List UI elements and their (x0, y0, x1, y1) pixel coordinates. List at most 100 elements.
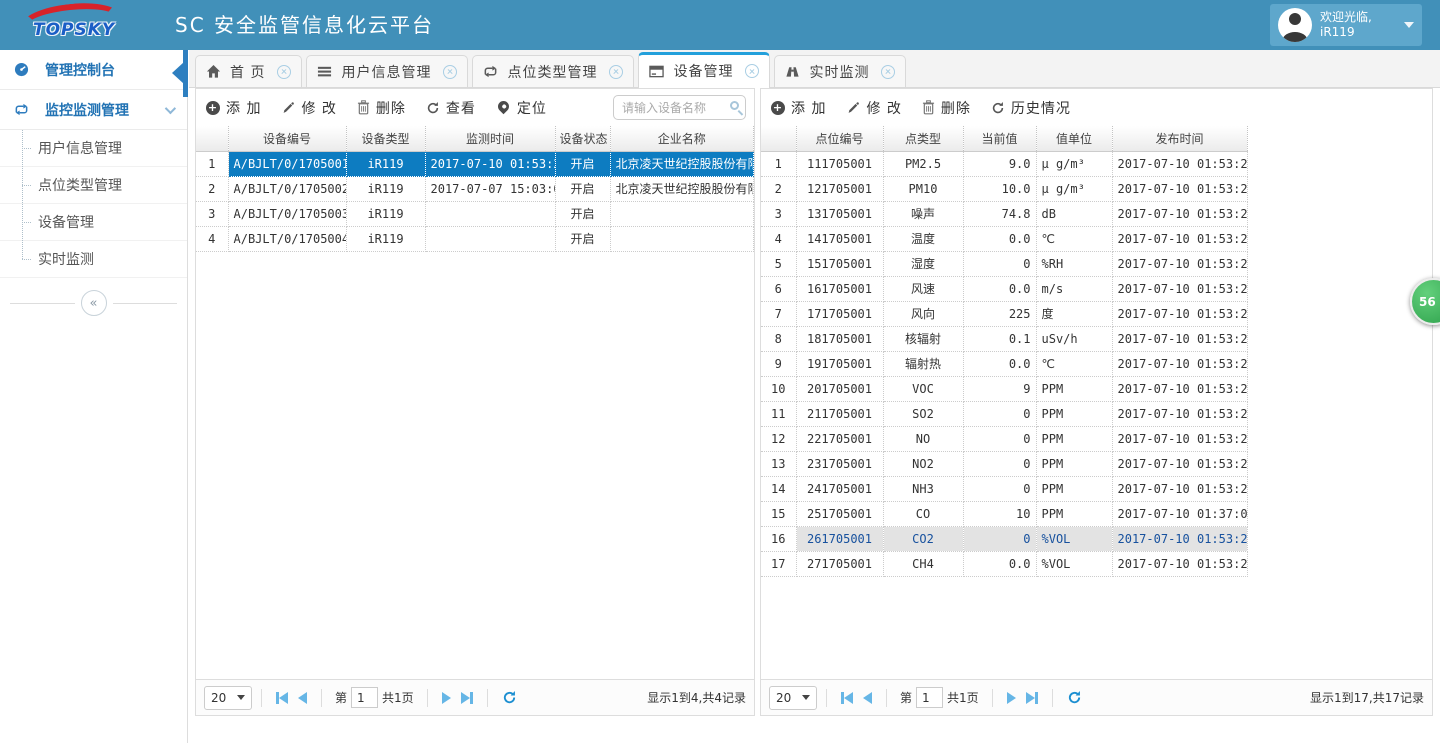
point-code-cell[interactable]: 251705001 (796, 501, 883, 526)
current-value-cell[interactable]: 10 (963, 501, 1036, 526)
value-unit-cell[interactable]: ℃ (1036, 351, 1112, 376)
point-type-cell[interactable]: 风向 (883, 301, 963, 326)
table-row[interactable]: 1 A/BJLT/0/1705001 iR119 2017-07-10 01:5… (196, 151, 754, 176)
publish-time-cell[interactable]: 2017-07-10 01:53:21 (1112, 351, 1247, 376)
table-row[interactable]: 1 111705001 PM2.5 9.0 μ g/m³ 2017-07-10 … (761, 151, 1247, 176)
add-button[interactable]: 添 加 (206, 98, 261, 118)
table-row[interactable]: 8 181705001 核辐射 0.1 uSv/h 2017-07-10 01:… (761, 326, 1247, 351)
table-row[interactable]: 2 121705001 PM10 10.0 μ g/m³ 2017-07-10 … (761, 176, 1247, 201)
page-size-select[interactable]: 20 (769, 686, 817, 710)
publish-time-cell[interactable]: 2017-07-10 01:53:21 (1112, 176, 1247, 201)
point-code-cell[interactable]: 221705001 (796, 426, 883, 451)
device-code-cell[interactable]: A/BJLT/0/1705001 (228, 151, 346, 176)
last-page-button[interactable] (1026, 692, 1038, 704)
point-type-cell[interactable]: 温度 (883, 226, 963, 251)
value-unit-cell[interactable]: PPM (1036, 476, 1112, 501)
last-page-button[interactable] (461, 692, 473, 704)
current-value-cell[interactable]: 9 (963, 376, 1036, 401)
point-type-cell[interactable]: CO (883, 501, 963, 526)
value-unit-cell[interactable]: uSv/h (1036, 326, 1112, 351)
publish-time-cell[interactable]: 2017-07-10 01:53:22 (1112, 451, 1247, 476)
publish-time-cell[interactable]: 2017-07-10 01:53:22 (1112, 526, 1247, 551)
point-code-cell[interactable]: 261705001 (796, 526, 883, 551)
table-row[interactable]: 16 261705001 CO2 0 %VOL 2017-07-10 01:53… (761, 526, 1247, 551)
sidebar-item-device-mgmt[interactable]: 设备管理 (0, 204, 187, 241)
locate-button[interactable]: 定位 (496, 98, 547, 118)
table-row[interactable]: 12 221705001 NO 0 PPM 2017-07-10 01:53:2… (761, 426, 1247, 451)
current-value-cell[interactable]: 74.8 (963, 201, 1036, 226)
column-header[interactable]: 点类型 (883, 126, 963, 151)
table-row[interactable]: 14 241705001 NH3 0 PPM 2017-07-10 01:53:… (761, 476, 1247, 501)
value-unit-cell[interactable]: dB (1036, 201, 1112, 226)
search-input[interactable] (613, 95, 746, 120)
value-unit-cell[interactable]: %RH (1036, 251, 1112, 276)
point-code-cell[interactable]: 211705001 (796, 401, 883, 426)
tab-realtime[interactable]: 实时监测 (774, 55, 906, 87)
table-row[interactable]: 15 251705001 CO 10 PPM 2017-07-10 01:37:… (761, 501, 1247, 526)
point-type-cell[interactable]: 噪声 (883, 201, 963, 226)
device-status-cell[interactable]: 开启 (555, 176, 610, 201)
company-name-cell[interactable]: 北京凌天世纪控股股份有限 (610, 151, 754, 176)
sidebar-item-point-type[interactable]: 点位类型管理 (0, 167, 187, 204)
sidebar-section-monitoring[interactable]: 监控监测管理 (0, 90, 187, 130)
close-icon[interactable] (609, 65, 623, 79)
column-header[interactable]: 当前值 (963, 126, 1036, 151)
publish-time-cell[interactable]: 2017-07-10 01:53:22 (1112, 251, 1247, 276)
table-row[interactable]: 3 A/BJLT/0/1705003 iR119 开启 (196, 201, 754, 226)
column-header[interactable]: 点位编号 (796, 126, 883, 151)
current-value-cell[interactable]: 0 (963, 526, 1036, 551)
point-code-cell[interactable]: 271705001 (796, 551, 883, 576)
close-icon[interactable] (881, 65, 895, 79)
value-unit-cell[interactable]: PPM (1036, 401, 1112, 426)
point-code-cell[interactable]: 231705001 (796, 451, 883, 476)
value-unit-cell[interactable]: %VOL (1036, 551, 1112, 576)
point-type-cell[interactable]: SO2 (883, 401, 963, 426)
value-unit-cell[interactable]: PPM (1036, 376, 1112, 401)
table-row[interactable]: 17 271705001 CH4 0.0 %VOL 2017-07-10 01:… (761, 551, 1247, 576)
column-header[interactable]: 设备类型 (346, 126, 425, 151)
table-row[interactable]: 4 A/BJLT/0/1705004 iR119 开启 (196, 226, 754, 251)
publish-time-cell[interactable]: 2017-07-10 01:53:22 (1112, 226, 1247, 251)
publish-time-cell[interactable]: 2017-07-10 01:53:22 (1112, 151, 1247, 176)
table-row[interactable]: 9 191705001 辐射热 0.0 ℃ 2017-07-10 01:53:2… (761, 351, 1247, 376)
company-name-cell[interactable] (610, 201, 754, 226)
user-menu[interactable]: 欢迎光临, iR119 (1270, 4, 1422, 46)
value-unit-cell[interactable]: μ g/m³ (1036, 176, 1112, 201)
point-code-cell[interactable]: 161705001 (796, 276, 883, 301)
tab-point-type[interactable]: 点位类型管理 (472, 55, 634, 87)
prev-page-button[interactable] (863, 692, 872, 704)
point-code-cell[interactable]: 151705001 (796, 251, 883, 276)
edit-button[interactable]: 修 改 (281, 98, 336, 118)
point-code-cell[interactable]: 141705001 (796, 226, 883, 251)
value-unit-cell[interactable]: μ g/m³ (1036, 151, 1112, 176)
device-status-cell[interactable]: 开启 (555, 151, 610, 176)
point-type-cell[interactable]: 核辐射 (883, 326, 963, 351)
value-unit-cell[interactable]: m/s (1036, 276, 1112, 301)
add-button[interactable]: 添 加 (771, 98, 826, 118)
tab-user-info[interactable]: 用户信息管理 (306, 55, 468, 87)
company-name-cell[interactable]: 北京凌天世纪控股股份有限 (610, 176, 754, 201)
publish-time-cell[interactable]: 2017-07-10 01:53:21 (1112, 476, 1247, 501)
page-number-input[interactable] (351, 687, 378, 708)
first-page-button[interactable] (276, 692, 288, 704)
point-type-cell[interactable]: NO (883, 426, 963, 451)
tab-home[interactable]: 首 页 (195, 55, 302, 87)
table-row[interactable]: 7 171705001 风向 225 度 2017-07-10 01:53:21 (761, 301, 1247, 326)
point-type-cell[interactable]: 湿度 (883, 251, 963, 276)
first-page-button[interactable] (841, 692, 853, 704)
device-type-cell[interactable]: iR119 (346, 201, 425, 226)
current-value-cell[interactable]: 0.0 (963, 226, 1036, 251)
sidebar-item-user-info[interactable]: 用户信息管理 (0, 130, 187, 167)
publish-time-cell[interactable]: 2017-07-10 01:53:21 (1112, 426, 1247, 451)
column-header[interactable]: 监测时间 (425, 126, 555, 151)
refresh-button[interactable] (502, 690, 517, 705)
monitor-time-cell[interactable]: 2017-07-07 15:03:05 (425, 176, 555, 201)
device-status-cell[interactable]: 开启 (555, 226, 610, 251)
publish-time-cell[interactable]: 2017-07-10 01:53:22 (1112, 201, 1247, 226)
column-header[interactable]: 值单位 (1036, 126, 1112, 151)
point-type-cell[interactable]: PM10 (883, 176, 963, 201)
table-row[interactable]: 11 211705001 SO2 0 PPM 2017-07-10 01:53:… (761, 401, 1247, 426)
publish-time-cell[interactable]: 2017-07-10 01:53:21 (1112, 301, 1247, 326)
sidebar-item-realtime[interactable]: 实时监测 (0, 241, 187, 278)
current-value-cell[interactable]: 0 (963, 251, 1036, 276)
